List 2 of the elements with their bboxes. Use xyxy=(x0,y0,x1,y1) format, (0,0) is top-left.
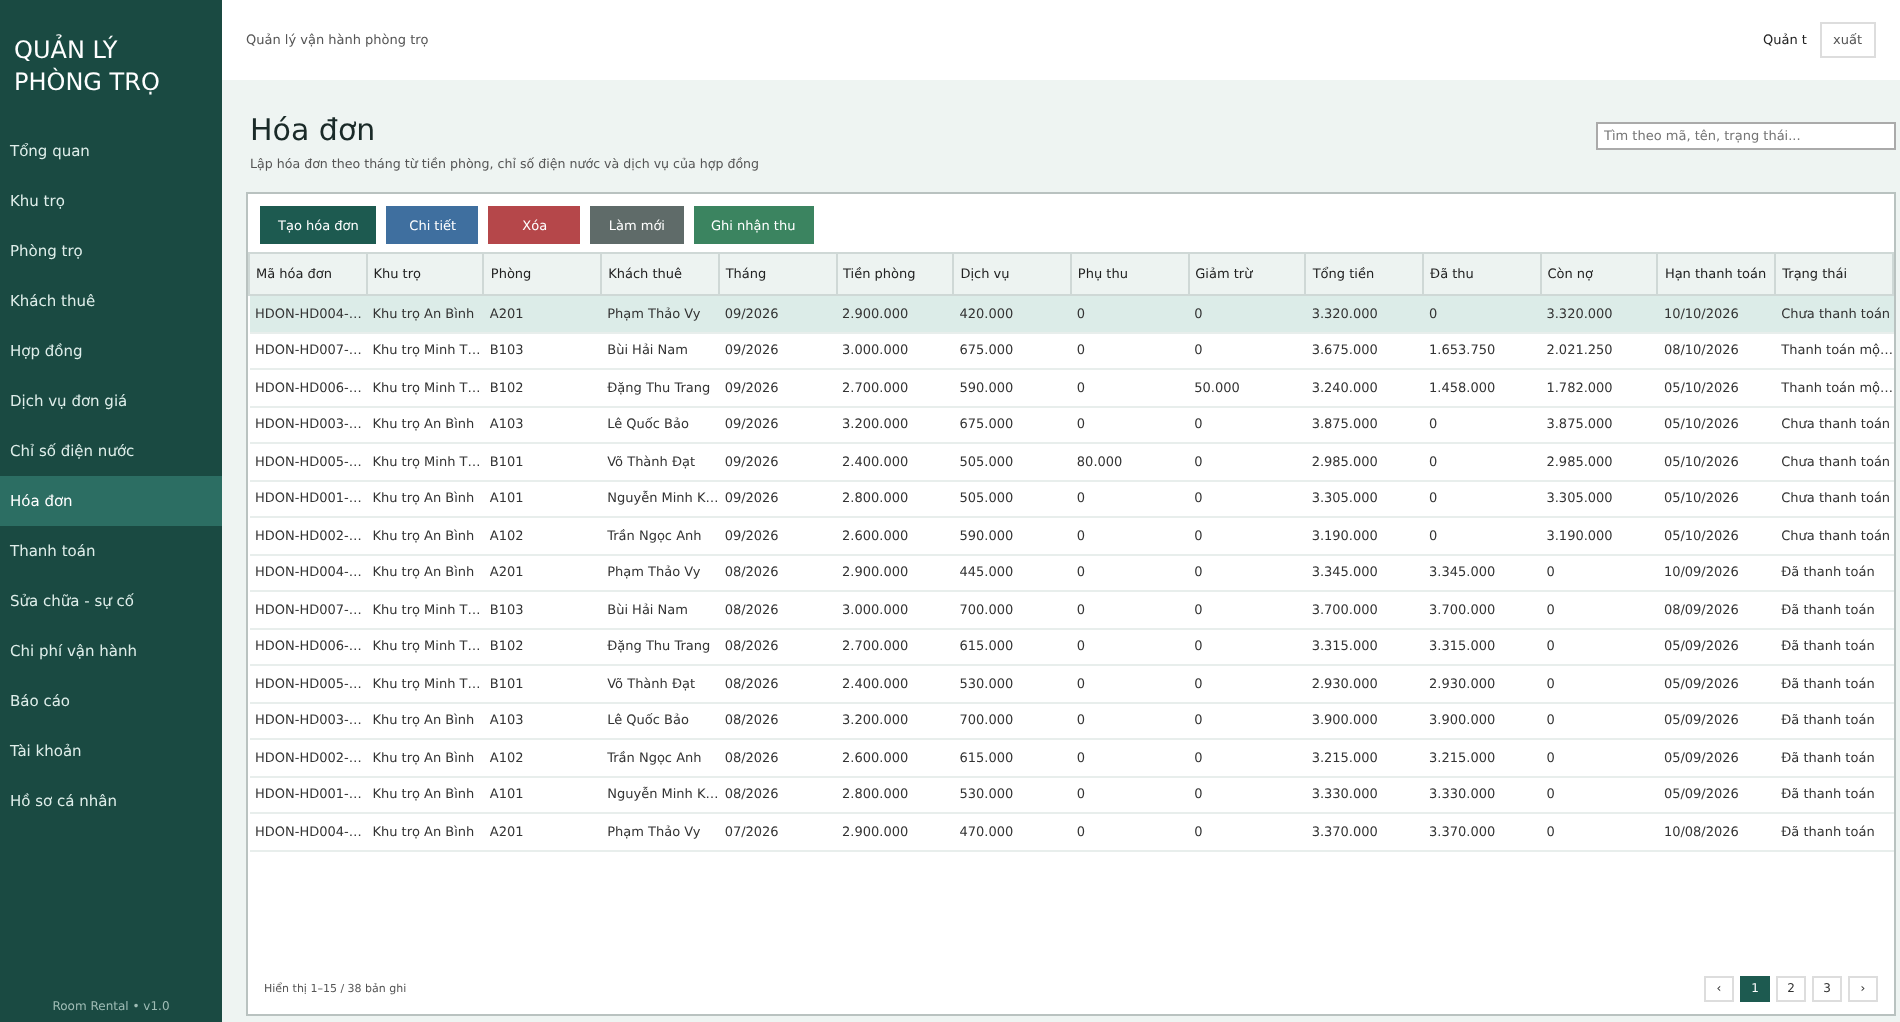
app-title: QUẢN LÝ PHÒNG TRỌ xyxy=(12,32,162,100)
page-title: Hóa đơn xyxy=(250,112,378,148)
